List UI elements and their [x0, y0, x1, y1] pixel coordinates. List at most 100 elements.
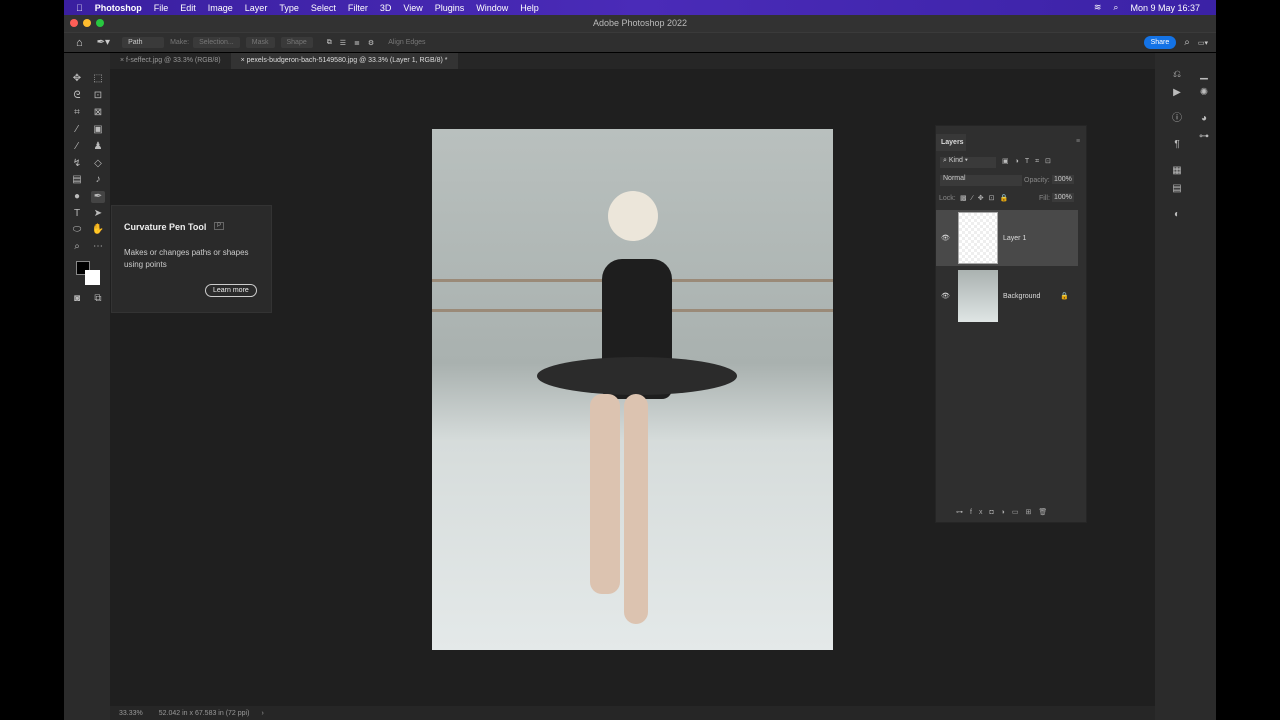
menu-edit[interactable]: Edit	[180, 3, 196, 13]
gear-icon[interactable]: ⚙	[368, 39, 374, 47]
layers-icon[interactable]: ▦	[1170, 165, 1184, 177]
lock-icons[interactable]: ▩∕✥⊡🔒	[960, 194, 1013, 202]
lasso-tool-icon[interactable]: ᘓ	[70, 90, 84, 102]
healing-tool-icon[interactable]: ▣	[91, 124, 105, 136]
path-selection-tool-icon[interactable]: ➤	[91, 208, 105, 220]
more-tools-icon[interactable]: ⋯	[91, 241, 105, 253]
menu-plugins[interactable]: Plugins	[435, 3, 465, 13]
stamp-tool-icon[interactable]: ♟	[91, 141, 105, 153]
layer-name[interactable]: Background	[1003, 293, 1040, 300]
minimize-window-button[interactable]	[83, 19, 91, 27]
align-edges-checkbox[interactable]: Align Edges	[388, 39, 425, 46]
blur-tool-icon[interactable]: ♪	[91, 174, 105, 186]
menu-type[interactable]: Type	[279, 3, 299, 13]
tooltip-description: Makes or changes paths or shapes using p…	[124, 248, 249, 269]
fill-field[interactable]: 100%	[1052, 193, 1074, 202]
quick-mask-icon[interactable]: ◙	[70, 293, 84, 305]
panel-menu-icon[interactable]: ≡	[1076, 138, 1080, 145]
zoom-window-button[interactable]	[96, 19, 104, 27]
paragraph-icon[interactable]: ¶	[1170, 139, 1184, 151]
color-icon[interactable]: ◕	[1197, 113, 1211, 125]
properties-icon[interactable]: ▤	[1170, 183, 1184, 195]
object-selection-tool-icon[interactable]: ⊡	[91, 90, 105, 102]
ellipse-tool-icon[interactable]: ⬭	[70, 224, 84, 236]
options-bar: ⌂ ✒▾ Path Make: Selection... Mask Shape …	[64, 32, 1216, 52]
opacity-label: Opacity:	[1024, 177, 1050, 184]
layer-name[interactable]: Layer 1	[1003, 235, 1026, 242]
filter-kind-select[interactable]: ⌕ Kind ▾	[940, 157, 996, 168]
menu-help[interactable]: Help	[520, 3, 539, 13]
filter-type-icons[interactable]: ▣◑T⌗⊡	[1002, 157, 1057, 166]
document-image[interactable]	[432, 129, 833, 650]
dancer-tutu	[537, 357, 737, 395]
wifi-icon[interactable]: ≋	[1094, 2, 1102, 13]
eye-icon[interactable]: 👁	[941, 234, 950, 242]
tab-label: f-seffect.jpg @ 33.3% (RGB/8)	[126, 57, 221, 64]
status-menu-arrow[interactable]: ›	[261, 710, 263, 717]
shape-button[interactable]: Shape	[280, 37, 313, 48]
histogram-icon[interactable]: ▁	[1197, 69, 1211, 81]
marquee-tool-icon[interactable]: ⬚	[91, 73, 105, 85]
curvature-pen-tool-icon[interactable]: ✒	[91, 191, 105, 203]
lock-icon: 🔒	[1060, 293, 1069, 300]
curvature-pen-preset-icon[interactable]: ✒▾	[97, 37, 110, 48]
layer-row-background[interactable]: 👁 Background 🔒	[936, 268, 1078, 324]
frame-tool-icon[interactable]: ⊠	[91, 107, 105, 119]
path-arrangement-icon[interactable]: ≣	[354, 39, 360, 47]
menu-layer[interactable]: Layer	[245, 3, 268, 13]
menu-bar:  Photoshop File Edit Image Layer Type S…	[64, 0, 1216, 15]
crop-tool-icon[interactable]: ⌗	[70, 107, 84, 119]
workspace-icon[interactable]: ▭▾	[1198, 39, 1208, 47]
screen-mode-icon[interactable]: ⧉	[91, 293, 105, 305]
tab-label: pexels-budgeron-bach-5149580.jpg @ 33.3%…	[246, 57, 448, 64]
path-operations-icon[interactable]: ⧉	[327, 39, 332, 47]
menu-3d[interactable]: 3D	[380, 3, 392, 13]
home-icon[interactable]: ⌂	[76, 37, 83, 49]
mask-button[interactable]: Mask	[245, 37, 275, 48]
layer-actions-bar[interactable]: ⊶fx◘◑▭⊞🗑	[956, 508, 1054, 516]
close-window-button[interactable]	[70, 19, 78, 27]
clock[interactable]: Mon 9 May 16:37	[1130, 3, 1200, 13]
background-color-swatch[interactable]	[85, 270, 100, 285]
blend-mode-select[interactable]: Normal	[940, 175, 1022, 186]
layer-row-layer-1[interactable]: 👁 Layer 1	[936, 210, 1078, 266]
menu-select[interactable]: Select	[311, 3, 336, 13]
spotlight-icon[interactable]: ⌕	[1113, 2, 1118, 13]
path-alignment-icon[interactable]: ☰	[340, 39, 346, 47]
eraser-tool-icon[interactable]: ◇	[91, 158, 105, 170]
paths-icon[interactable]: ⊶	[1197, 131, 1211, 143]
opacity-field[interactable]: 100%	[1052, 175, 1074, 184]
eyedropper-tool-icon[interactable]: ⁄	[70, 124, 84, 136]
share-button[interactable]: Share	[1143, 36, 1177, 49]
hand-tool-icon[interactable]: ✋	[91, 224, 105, 236]
apple-icon[interactable]: 	[76, 3, 83, 13]
menu-filter[interactable]: Filter	[348, 3, 368, 13]
menu-view[interactable]: View	[403, 3, 422, 13]
tab-document-2[interactable]: × pexels-budgeron-bach-5149580.jpg @ 33.…	[230, 53, 458, 69]
selection-button[interactable]: Selection...	[193, 37, 240, 48]
zoom-level[interactable]: 33.33%	[119, 710, 143, 717]
menu-image[interactable]: Image	[208, 3, 233, 13]
menu-app[interactable]: Photoshop	[95, 3, 142, 13]
move-tool-icon[interactable]: ✥	[70, 73, 84, 85]
history-brush-icon[interactable]: ↯	[70, 158, 84, 170]
adjustments-icon[interactable]: ✺	[1197, 87, 1211, 99]
libraries-icon[interactable]: ◐	[1170, 209, 1184, 221]
menu-window[interactable]: Window	[476, 3, 508, 13]
brush-tool-icon[interactable]: ∕	[70, 141, 84, 153]
eye-icon[interactable]: 👁	[941, 292, 950, 300]
menu-file[interactable]: File	[154, 3, 169, 13]
type-tool-icon[interactable]: T	[70, 208, 84, 220]
layers-tab[interactable]: Layers	[936, 134, 966, 151]
actions-play-icon[interactable]: ▶	[1170, 87, 1184, 99]
search-icon[interactable]: ⌕	[1184, 37, 1190, 48]
document-tabs: × f-seffect.jpg @ 33.3% (RGB/8) × pexels…	[110, 53, 1155, 69]
learn-more-button[interactable]: Learn more	[205, 284, 257, 297]
gradient-tool-icon[interactable]: ▤	[70, 174, 84, 186]
dodge-tool-icon[interactable]: ●	[70, 191, 84, 203]
zoom-tool-icon[interactable]: ⌕	[70, 241, 84, 253]
info-icon[interactable]: ⓘ	[1170, 113, 1184, 125]
history-icon[interactable]: ⎌	[1170, 69, 1184, 81]
tab-document-1[interactable]: × f-seffect.jpg @ 33.3% (RGB/8)	[110, 53, 231, 69]
mode-select[interactable]: Path	[122, 37, 165, 48]
